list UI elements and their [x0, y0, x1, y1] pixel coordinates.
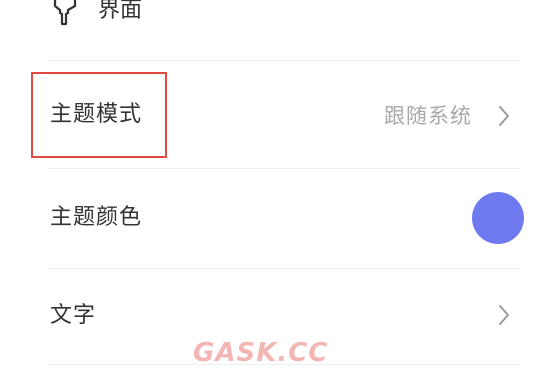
divider — [48, 60, 520, 61]
theme-color-row[interactable]: 主题颜色 — [0, 170, 538, 266]
divider — [48, 268, 520, 269]
text-label: 文字 — [50, 303, 97, 328]
chevron-right-icon — [496, 104, 512, 128]
section-header: 界面 — [0, 0, 538, 34]
theme-color-swatch[interactable] — [472, 192, 524, 244]
section-title: 界面 — [98, 0, 143, 23]
watermark: GASK.CC — [193, 338, 329, 368]
settings-page: 界面 主题模式 跟随系统 主题颜色 文字 GASK.CC — [0, 0, 538, 377]
theme-color-label: 主题颜色 — [50, 205, 143, 230]
brush-icon — [52, 0, 78, 26]
highlight-box — [31, 72, 167, 158]
divider — [48, 168, 520, 169]
theme-mode-value: 跟随系统 — [384, 104, 472, 128]
chevron-right-icon — [496, 303, 512, 327]
